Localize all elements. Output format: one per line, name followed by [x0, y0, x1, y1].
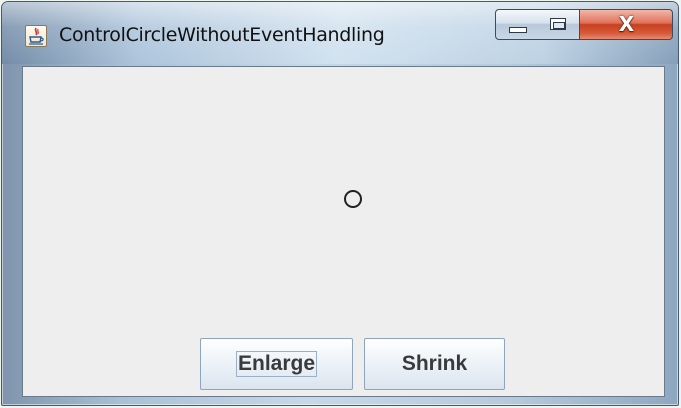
minimize-button[interactable] — [495, 9, 539, 40]
minimize-icon — [509, 27, 527, 33]
shrink-button[interactable]: Shrink — [364, 338, 505, 390]
maximize-button[interactable] — [538, 9, 580, 40]
title-bar[interactable]: ControlCircleWithoutEventHandling X — [2, 2, 678, 64]
circle-icon — [344, 190, 362, 208]
window-title: ControlCircleWithoutEventHandling — [59, 24, 385, 46]
enlarge-button-label: Enlarge — [235, 351, 318, 377]
circle-panel — [23, 67, 664, 325]
java-icon[interactable] — [25, 25, 47, 47]
close-icon: X — [618, 12, 635, 36]
enlarge-button[interactable]: Enlarge — [200, 338, 353, 390]
app-window: ControlCircleWithoutEventHandling X Enla… — [1, 1, 679, 406]
content-pane: Enlarge Shrink — [22, 66, 665, 397]
maximize-icon — [550, 18, 566, 30]
shrink-button-label: Shrink — [401, 352, 468, 375]
caption-buttons: X — [495, 9, 673, 40]
close-button[interactable]: X — [580, 9, 673, 40]
